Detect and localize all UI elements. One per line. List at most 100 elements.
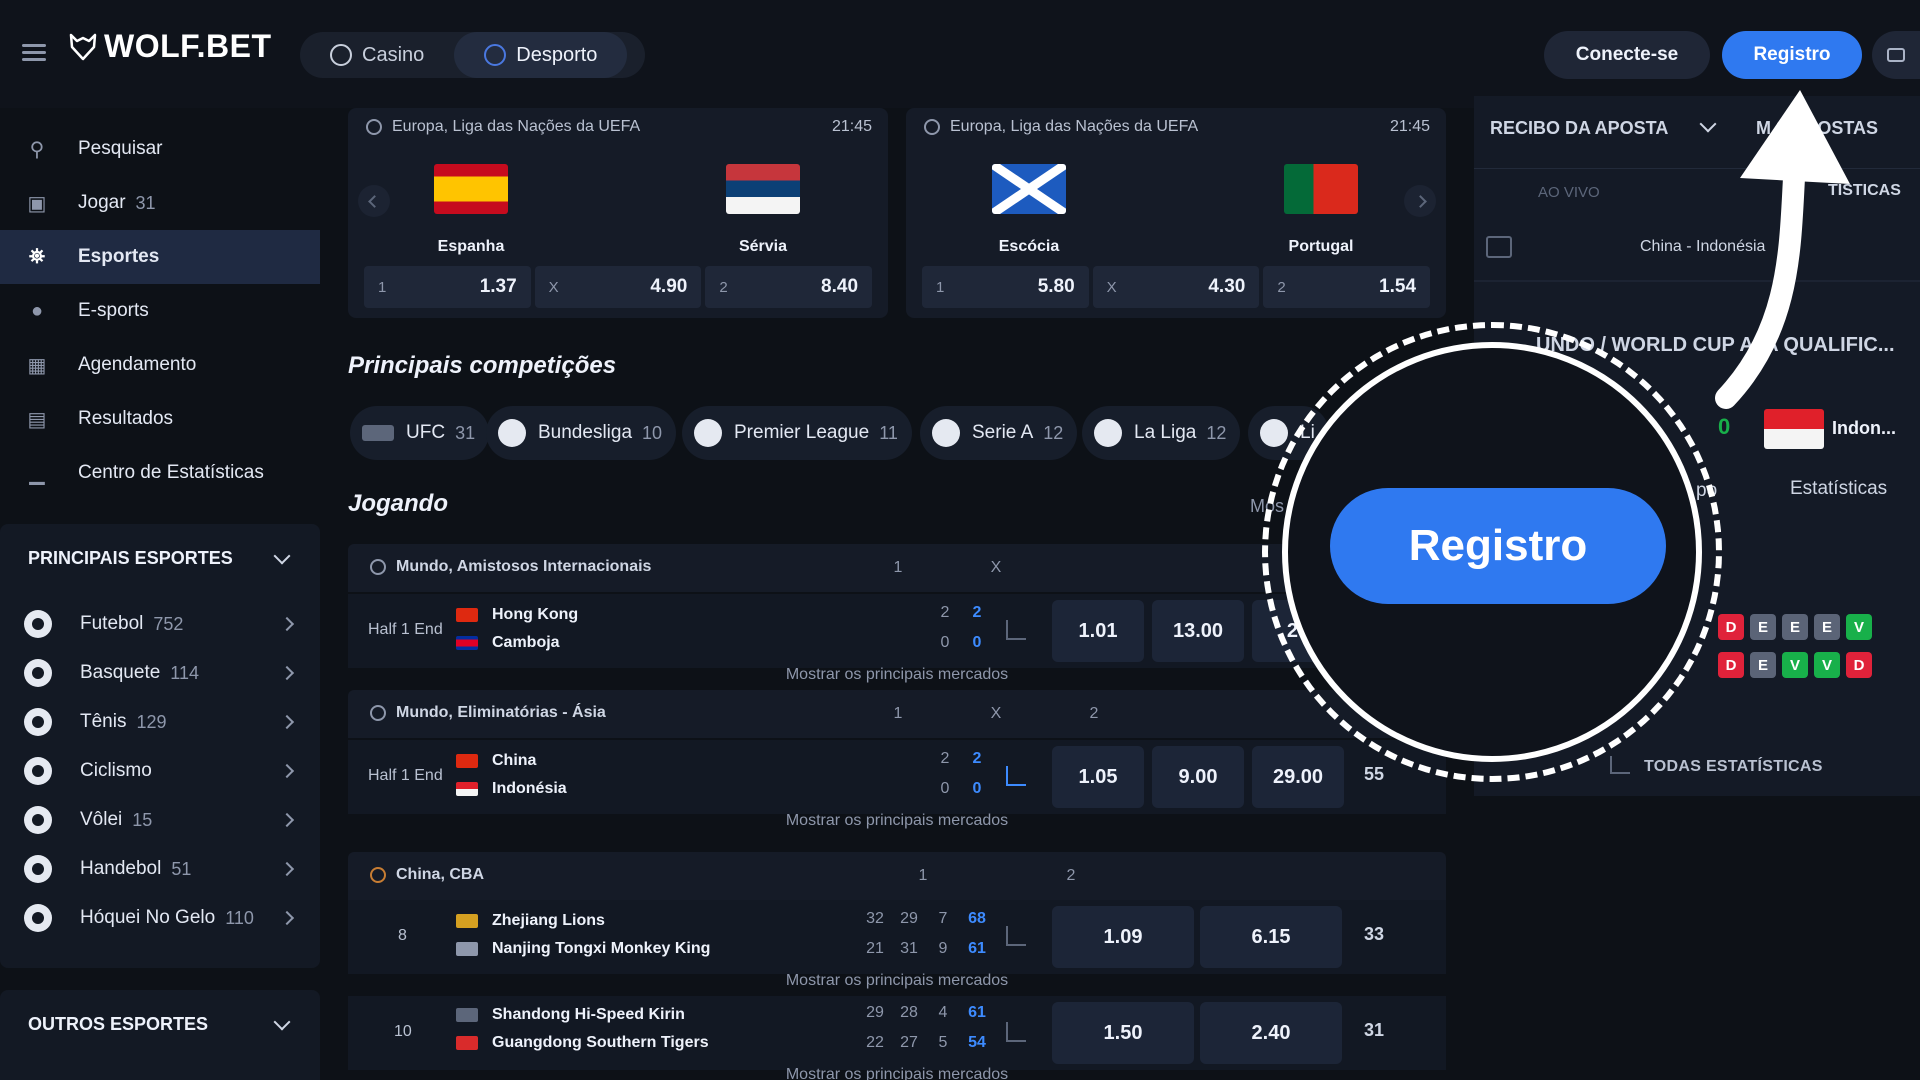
match-stats-icon[interactable] xyxy=(1006,620,1026,640)
register-button[interactable]: Registro xyxy=(1722,31,1862,79)
more-markets-count[interactable]: 31 xyxy=(1364,1020,1384,1041)
odd-button-home[interactable]: 1.09 xyxy=(1052,906,1194,968)
tab-desporto[interactable]: Desporto xyxy=(454,32,628,78)
score-cell: 4 xyxy=(938,1004,948,1021)
sidebar-item-stats-center[interactable]: ▁ Centro de Estatísticas xyxy=(0,446,320,500)
odd-button-home[interactable]: 1.50 xyxy=(1052,1002,1194,1064)
chevron-down-icon[interactable] xyxy=(1699,115,1717,133)
tab-casino[interactable]: Casino xyxy=(300,32,454,78)
collapse-menu-icon[interactable] xyxy=(22,44,46,62)
odd-button-away[interactable]: 29.00 xyxy=(1252,746,1344,808)
odd-button-home[interactable]: 1 1.37 xyxy=(364,266,531,308)
odd-button-away[interactable]: 2 8.40 xyxy=(705,266,873,308)
league-group-header[interactable]: Mundo, Eliminatórias - Ásia 1 X 2 xyxy=(348,690,1446,738)
form-badge: D xyxy=(1846,652,1872,678)
odd-button-home[interactable]: 1.05 xyxy=(1052,746,1144,808)
competition-chip-serie-a[interactable]: Serie A 12 xyxy=(920,406,1078,460)
sport-item-handball[interactable]: Handebol 51 xyxy=(24,849,296,889)
odd-button-draw[interactable]: X 4.30 xyxy=(1092,266,1260,308)
show-markets-link[interactable]: Mostrar os principais mercados xyxy=(348,972,1446,990)
more-markets-count[interactable]: 55 xyxy=(1364,764,1384,785)
login-button[interactable]: Conecte-se xyxy=(1544,31,1710,79)
other-sports-panel[interactable]: OUTROS ESPORTES xyxy=(0,990,320,1080)
match-status: Half 1 End xyxy=(368,621,443,638)
sport-item-basketball[interactable]: Basquete 114 xyxy=(24,653,296,693)
match-stats-icon[interactable] xyxy=(1006,1022,1026,1042)
competition-chip-premier-league[interactable]: Premier League 11 xyxy=(682,406,912,460)
odd-label: X xyxy=(1106,278,1117,296)
home-team: Hong Kong xyxy=(456,606,578,624)
league-group-header[interactable]: China, CBA 1 2 xyxy=(348,852,1446,900)
wolfbet-logo[interactable]: WOLF.BET xyxy=(68,28,272,65)
sidebar-item-search[interactable]: ⚲ Pesquisar xyxy=(0,122,320,176)
video-icon[interactable] xyxy=(1486,236,1512,258)
team-name: Camboja xyxy=(492,634,560,651)
live-match-row[interactable]: 10 Shandong Hi-Speed Kirin Guangdong Sou… xyxy=(348,996,1446,1070)
more-markets-count[interactable]: 33 xyxy=(1364,924,1384,945)
show-markets-link[interactable]: Mostrar os principais mercados xyxy=(348,1066,1446,1080)
carousel-next-button[interactable] xyxy=(1404,185,1436,217)
form-badge: D xyxy=(1718,614,1744,640)
competition-chip-bundesliga[interactable]: Bundesliga 10 xyxy=(486,406,677,460)
sidebar-item-live[interactable]: ▣ Jogar 31 xyxy=(0,176,320,230)
all-statistics-link[interactable]: TODAS ESTATÍSTICAS xyxy=(1644,758,1823,776)
live-match-row[interactable]: Half 1 End China Indonésia 2 0 2 0 1.05 … xyxy=(348,740,1446,814)
logo-text: WOLF.BET xyxy=(104,28,272,64)
show-markets-link[interactable]: Mostrar os principais mercados xyxy=(348,812,1446,830)
chip-count: 12 xyxy=(1206,422,1227,443)
odd-button-draw[interactable]: 9.00 xyxy=(1152,746,1244,808)
tab-statistics[interactable]: TÍSTICAS xyxy=(1828,182,1901,200)
tab-estatisticas[interactable]: Estatísticas xyxy=(1790,478,1887,500)
sport-item-tennis[interactable]: Tênis 129 xyxy=(24,702,296,742)
sidebar-item-sports[interactable]: ⛯ Esportes xyxy=(0,230,320,284)
handball-icon xyxy=(24,855,52,883)
odd-button-away[interactable]: 2.40 xyxy=(1200,1002,1342,1064)
column-label: X xyxy=(990,559,1002,576)
live-match-row[interactable]: 8 Zhejiang Lions Nanjing Tongxi Monkey K… xyxy=(348,900,1446,974)
odd-button-draw[interactable]: X 4.90 xyxy=(534,266,702,308)
odd-button-home[interactable]: 1.01 xyxy=(1052,600,1144,662)
odd-button-draw[interactable]: 13.00 xyxy=(1152,600,1244,662)
magnified-register-button[interactable]: Registro xyxy=(1330,488,1666,604)
chevron-down-icon[interactable] xyxy=(273,1013,291,1031)
tab-my-bets[interactable]: M S APOSTAS xyxy=(1756,118,1878,139)
sport-item-count: 15 xyxy=(132,809,153,830)
sport-item-soccer[interactable]: Futebol 752 xyxy=(24,604,296,644)
sidebar-item-esports[interactable]: ● E-sports xyxy=(0,284,320,338)
sport-item-ice-hockey[interactable]: Hóquei No Gelo 110 xyxy=(24,898,296,938)
top-header: WOLF.BET Casino Desporto Conecte-se Regi… xyxy=(0,0,1920,108)
live-toggle[interactable]: AO VIVO xyxy=(1538,184,1600,201)
score-cell: 27 xyxy=(900,1034,918,1051)
column-label: X xyxy=(990,705,1002,722)
score-cell: 32 xyxy=(866,910,884,927)
odd-button-away[interactable]: 2 1.54 xyxy=(1263,266,1431,308)
chat-button[interactable] xyxy=(1872,31,1920,79)
sidebar-item-schedule[interactable]: ▦ Agendamento xyxy=(0,338,320,392)
team-name: China xyxy=(492,752,537,769)
chevron-down-icon[interactable] xyxy=(273,547,291,565)
column-label: 2 xyxy=(1066,867,1076,884)
match-stats-icon[interactable] xyxy=(1006,766,1026,786)
odd-button-away[interactable]: 6.15 xyxy=(1200,906,1342,968)
competition-chip-la-liga[interactable]: La Liga 12 xyxy=(1082,406,1241,460)
carousel-prev-button[interactable] xyxy=(358,185,390,217)
score-cell: 7 xyxy=(938,910,948,927)
tab-bet-receipt[interactable]: RECIBO DA APOSTA xyxy=(1490,118,1668,139)
soccer-ball-icon xyxy=(498,419,526,447)
score-cell: 29 xyxy=(900,910,918,927)
sport-item-cycling[interactable]: Ciclismo xyxy=(24,751,296,791)
odd-button-home[interactable]: 1 5.80 xyxy=(922,266,1089,308)
competition-name: Europa, Liga das Nações da UEFA xyxy=(392,118,641,135)
featured-match-card[interactable]: Europa, Liga das Nações da UEFA 21:45 Es… xyxy=(348,108,888,318)
competition-chip-ufc[interactable]: UFC 31 xyxy=(350,406,490,460)
selected-match-label: China - Indonésia xyxy=(1640,238,1766,255)
match-stats-icon[interactable] xyxy=(1006,926,1026,946)
sport-item-volleyball[interactable]: Vôlei 15 xyxy=(24,800,296,840)
odd-label: 1 xyxy=(936,278,945,296)
soccer-icon xyxy=(24,610,52,638)
featured-match-card[interactable]: Europa, Liga das Nações da UEFA 21:45 Es… xyxy=(906,108,1446,318)
sidebar-item-results[interactable]: ▤ Resultados xyxy=(0,392,320,446)
globe-icon xyxy=(370,705,386,721)
show-markets-link[interactable]: Mostrar os principais mercados xyxy=(348,666,1446,684)
home-team-name: Espanha xyxy=(437,238,505,255)
